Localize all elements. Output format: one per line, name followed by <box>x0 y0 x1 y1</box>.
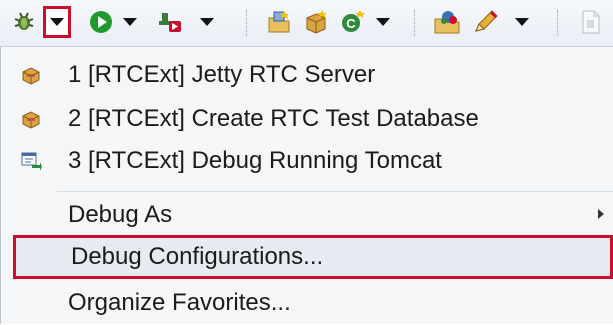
new-package-button[interactable] <box>302 6 330 38</box>
bug-icon <box>14 12 34 30</box>
toolbar-separator <box>414 10 415 36</box>
new-class-icon: C <box>342 10 365 32</box>
new-class-dropdown-button[interactable] <box>372 6 394 38</box>
new-project-icon <box>268 11 290 33</box>
menu-item-organize-favorites[interactable]: Organize Favorites... <box>1 281 613 325</box>
chevron-down-icon <box>515 18 529 26</box>
open-perspective-button[interactable] <box>432 6 462 38</box>
toolbar-separator <box>557 10 558 36</box>
external-tools-dropdown-button[interactable] <box>196 6 218 38</box>
debug-dropdown-button[interactable] <box>43 6 71 38</box>
chevron-down-icon <box>200 18 214 26</box>
menu-item-debug-configurations[interactable]: Debug Configurations... <box>13 235 613 279</box>
menu-item-label: Debug Configurations... <box>71 243 324 270</box>
remote-debug-icon <box>19 149 43 173</box>
jar-icon <box>19 107 43 131</box>
play-icon <box>90 11 112 33</box>
menu-item-label: 3 [RTCExt] Debug Running Tomcat <box>68 147 442 174</box>
disabled-tool-button <box>578 6 604 38</box>
jar-icon <box>19 63 43 87</box>
debug-dropdown-menu: 1 [RTCExt] Jetty RTC Server 2 [RTCExt] C… <box>0 47 613 324</box>
menu-separator <box>57 191 613 192</box>
new-project-button[interactable] <box>265 6 293 38</box>
document-icon <box>582 10 600 34</box>
new-class-button[interactable]: C <box>338 6 366 38</box>
toolbar: C <box>0 0 613 47</box>
new-package-icon <box>306 10 327 34</box>
menu-item-favorite-1[interactable]: 1 [RTCExt] Jetty RTC Server <box>1 53 613 97</box>
toolbar-separator <box>246 10 247 36</box>
submenu-arrow-icon <box>598 209 604 219</box>
run-dropdown-button[interactable] <box>119 6 141 38</box>
chevron-down-icon <box>376 18 390 26</box>
chevron-down-icon <box>50 18 64 26</box>
external-tools-button[interactable] <box>155 6 185 38</box>
run-button[interactable] <box>87 6 115 38</box>
menu-item-label: 1 [RTCExt] Jetty RTC Server <box>68 61 376 88</box>
menu-item-favorite-3[interactable]: 3 [RTCExt] Debug Running Tomcat <box>1 139 613 183</box>
pen-icon <box>475 10 498 32</box>
menu-item-label: 2 [RTCExt] Create RTC Test Database <box>68 105 479 132</box>
svg-text:C: C <box>346 16 356 31</box>
menu-item-label: Organize Favorites... <box>68 289 291 316</box>
menu-item-debug-as[interactable]: Debug As <box>1 193 613 237</box>
chevron-down-icon <box>123 18 137 26</box>
external-tools-icon <box>159 13 181 32</box>
perspective-icon <box>434 11 460 34</box>
menu-item-label: Debug As <box>68 201 173 228</box>
annotate-dropdown-button[interactable] <box>511 6 533 38</box>
menu-item-favorite-2[interactable]: 2 [RTCExt] Create RTC Test Database <box>1 97 613 141</box>
annotate-button[interactable] <box>471 6 501 38</box>
debug-button[interactable] <box>10 6 38 38</box>
